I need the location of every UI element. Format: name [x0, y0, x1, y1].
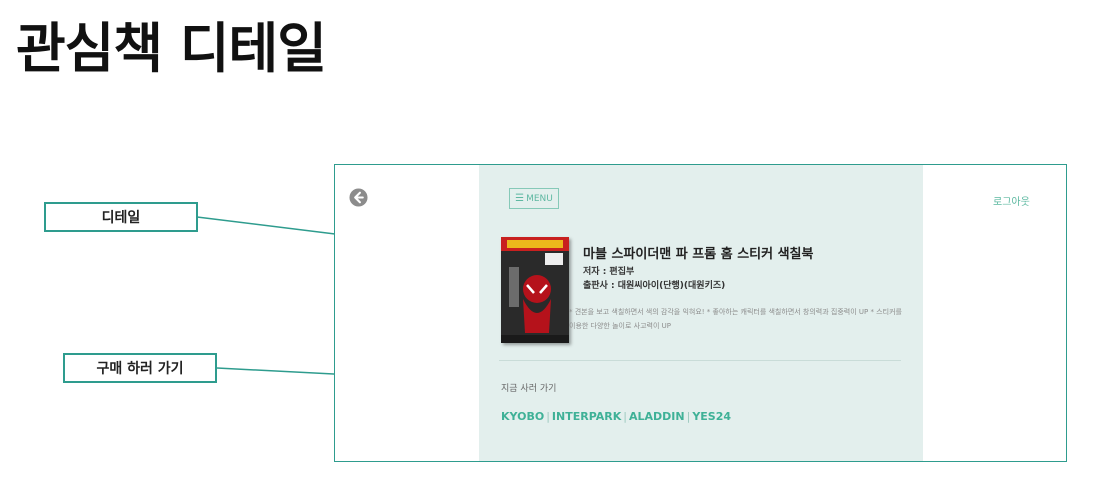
store-link-aladdin[interactable]: ALADDIN — [629, 410, 685, 423]
store-separator: | — [623, 410, 627, 423]
store-links: KYOBO | INTERPARK | ALADDIN | YES24 — [501, 410, 731, 423]
buy-heading: 지금 사러 가기 — [501, 384, 557, 394]
store-separator: | — [686, 410, 691, 423]
screen-mockup: ☰ MENU 마블 스파이더맨 파 프롬 홈 스티커 색칠북 저자 : 편집부 … — [334, 164, 1067, 462]
store-separator: | — [546, 410, 550, 423]
store-link-kyobo[interactable]: KYOBO — [501, 410, 544, 423]
section-divider — [499, 360, 901, 361]
book-cover-image — [501, 237, 569, 343]
back-arrow-icon[interactable] — [349, 188, 368, 207]
menu-label: MENU — [526, 193, 553, 204]
logout-link[interactable]: 로그아웃 — [993, 193, 1030, 208]
menu-lines-icon: ☰ — [515, 192, 525, 204]
menu-button[interactable]: ☰ MENU — [509, 188, 559, 209]
store-link-interpark[interactable]: INTERPARK — [552, 410, 621, 423]
callout-buy: 구매 하러 가기 — [63, 353, 217, 383]
book-author: 저자 : 편집부 — [583, 267, 635, 277]
detail-leader-line — [196, 216, 336, 235]
callout-detail: 디테일 — [44, 202, 198, 232]
store-link-yes24[interactable]: YES24 — [692, 410, 731, 423]
book-title: 마블 스파이더맨 파 프롬 홈 스티커 색칠북 — [583, 247, 814, 262]
book-publisher: 출판사 : 대원씨아이(단행)(대원키즈) — [583, 281, 726, 291]
detail-content-panel: ☰ MENU 마블 스파이더맨 파 프롬 홈 스티커 색칠북 저자 : 편집부 … — [479, 165, 923, 461]
book-description: * 견본을 보고 색칠하면서 색의 감각을 익혀요! * 좋아하는 캐릭터를 색… — [569, 308, 902, 330]
